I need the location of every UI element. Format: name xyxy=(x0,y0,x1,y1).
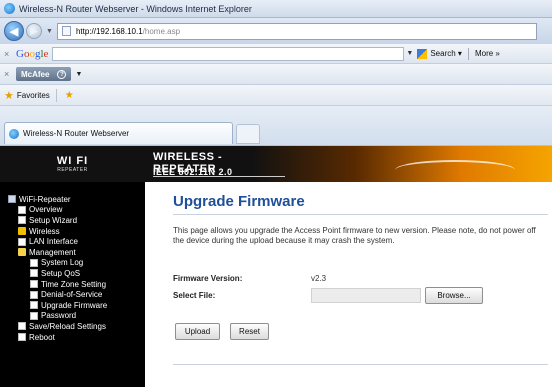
page-icon xyxy=(18,237,26,246)
sidebar-item-management[interactable]: Management xyxy=(0,247,145,258)
window-title: Wireless-N Router Webserver - Windows In… xyxy=(19,3,252,14)
router-header: WI FI REPEATER WIRELESS - REPEATER IEEE … xyxy=(0,146,552,182)
favorites-button[interactable]: Favorites xyxy=(17,91,50,100)
page-title: Upgrade Firmware xyxy=(173,193,305,210)
sidebar-item-system-log[interactable]: System Log xyxy=(0,258,145,269)
sidebar-item-label: Password xyxy=(41,311,77,321)
forward-button[interactable]: ▶ xyxy=(26,23,42,39)
tab-router-webserver[interactable]: Wireless-N Router Webserver xyxy=(4,122,233,144)
computer-icon xyxy=(8,195,16,204)
page-icon xyxy=(18,322,26,331)
back-button[interactable]: ◀ xyxy=(4,21,24,41)
favorites-bar: ★ Favorites ★ xyxy=(0,85,552,106)
sidebar-item-label: Setup QoS xyxy=(41,268,81,278)
favorites-divider xyxy=(55,88,57,102)
page-icon xyxy=(18,333,26,342)
folder-open-icon xyxy=(18,248,26,257)
sidebar-item-save-reload-settings[interactable]: Save/Reload Settings xyxy=(0,321,145,332)
sidebar-item-setup-wizard[interactable]: Setup Wizard xyxy=(0,215,145,226)
google-search-button[interactable]: Search ▾ xyxy=(417,48,462,59)
sidebar-item-label: Upgrade Firmware xyxy=(41,300,108,310)
select-file-label: Select File: xyxy=(173,291,216,300)
sidebar-item-label: Wireless xyxy=(29,226,60,236)
file-path-input[interactable] xyxy=(311,288,421,303)
mcafee-toolbar: × McAfee? ▼ xyxy=(0,64,552,85)
upload-button[interactable]: Upload xyxy=(175,323,220,340)
sidebar-item-label: Time Zone Setting xyxy=(41,279,107,289)
title-divider xyxy=(173,214,548,215)
google-search-input[interactable] xyxy=(52,46,405,61)
favorites-star-icon: ★ xyxy=(4,89,14,102)
navigation-bar: ◀ ▶ ▼ http://192.168.10.1/home.asp xyxy=(0,18,552,44)
window-titlebar: Wireless-N Router Webserver - Windows In… xyxy=(0,0,552,18)
sidebar-item-label: Reboot xyxy=(29,332,55,342)
sidebar-item-upgrade-firmware[interactable]: Upgrade Firmware xyxy=(0,300,145,311)
product-subtitle: IEEE 802.11N 2.0 xyxy=(153,167,233,177)
google-logo: Google xyxy=(16,47,49,60)
tab-label: Wireless-N Router Webserver xyxy=(23,129,130,138)
header-swoosh xyxy=(395,160,515,180)
sidebar-item-label: Overview xyxy=(29,205,63,215)
page-icon xyxy=(30,311,38,320)
sidebar-item-label: WiFi-Repeater xyxy=(19,194,71,204)
page-icon xyxy=(30,301,38,310)
page-icon xyxy=(30,290,38,299)
sidebar-item-overview[interactable]: Overview xyxy=(0,205,145,216)
google-search-icon xyxy=(417,48,428,59)
tab-bar: Wireless-N Router Webserver xyxy=(0,106,552,146)
page-description: This page allows you upgrade the Access … xyxy=(173,226,536,245)
logo-sub-text: REPEATER xyxy=(57,167,88,173)
more-button[interactable]: More » xyxy=(475,49,500,58)
sidebar-item-label: Save/Reload Settings xyxy=(29,321,106,331)
main-content: Upgrade Firmware This page allows you up… xyxy=(145,182,552,387)
mcafee-button[interactable]: McAfee? xyxy=(16,67,72,81)
sidebar-item-label: LAN Interface xyxy=(29,237,78,247)
mcafee-dropdown-icon[interactable]: ▼ xyxy=(75,71,82,78)
google-toolbar: × Google ▼ Search ▾ More » xyxy=(0,44,552,64)
new-tab-button[interactable] xyxy=(236,124,260,144)
sidebar-item-denial-of-service[interactable]: Denial-of-Service xyxy=(0,289,145,300)
firmware-version-label: Firmware Version: xyxy=(173,274,243,283)
address-bar[interactable]: http://192.168.10.1/home.asp xyxy=(56,22,537,40)
sidebar-item-password[interactable]: Password xyxy=(0,311,145,322)
wifi-logo: WI FI REPEATER xyxy=(0,146,145,182)
sidebar-item-label: Setup Wizard xyxy=(29,215,78,225)
address-url[interactable]: http://192.168.10.1/home.asp xyxy=(76,27,180,36)
folder-icon xyxy=(18,227,26,236)
sidebar-menu: WiFi-Repeater Overview Setup Wizard Wireles… xyxy=(0,182,145,387)
sidebar-item-wifi-repeater[interactable]: WiFi-Repeater xyxy=(0,194,145,205)
sidebar-item-setup-qos[interactable]: Setup QoS xyxy=(0,268,145,279)
sidebar-item-reboot[interactable]: Reboot xyxy=(0,332,145,343)
sidebar-item-label: Denial-of-Service xyxy=(41,290,103,300)
help-icon: ? xyxy=(57,69,67,79)
close-toolbar-icon[interactable]: × xyxy=(4,69,16,79)
header-glow xyxy=(252,146,552,182)
sidebar-item-label: Management xyxy=(29,247,76,257)
sidebar-item-time-zone-setting[interactable]: Time Zone Setting xyxy=(0,279,145,290)
bottom-divider xyxy=(173,364,548,365)
page-icon xyxy=(61,26,71,36)
page-icon xyxy=(18,216,26,225)
page-icon xyxy=(30,269,38,278)
browse-button[interactable]: Browse... xyxy=(425,287,483,304)
logo-main-text: WI FI xyxy=(56,155,89,167)
page-icon xyxy=(30,280,38,289)
sidebar-item-label: System Log xyxy=(41,258,84,268)
page-icon xyxy=(30,258,38,267)
internet-explorer-icon xyxy=(4,3,15,14)
google-dropdown-icon[interactable]: ▼ xyxy=(406,50,413,57)
add-favorite-icon[interactable]: ★ xyxy=(65,90,74,101)
page-icon xyxy=(18,205,26,214)
firmware-version-value: v2.3 xyxy=(311,274,327,283)
internet-explorer-icon xyxy=(9,128,19,139)
sidebar-item-wireless[interactable]: Wireless xyxy=(0,226,145,237)
sidebar-item-lan-interface[interactable]: LAN Interface xyxy=(0,236,145,247)
reset-button[interactable]: Reset xyxy=(230,323,269,340)
toolbar-divider xyxy=(467,47,469,60)
close-toolbar-icon[interactable]: × xyxy=(4,49,16,59)
history-dropdown-icon[interactable]: ▼ xyxy=(46,28,53,35)
